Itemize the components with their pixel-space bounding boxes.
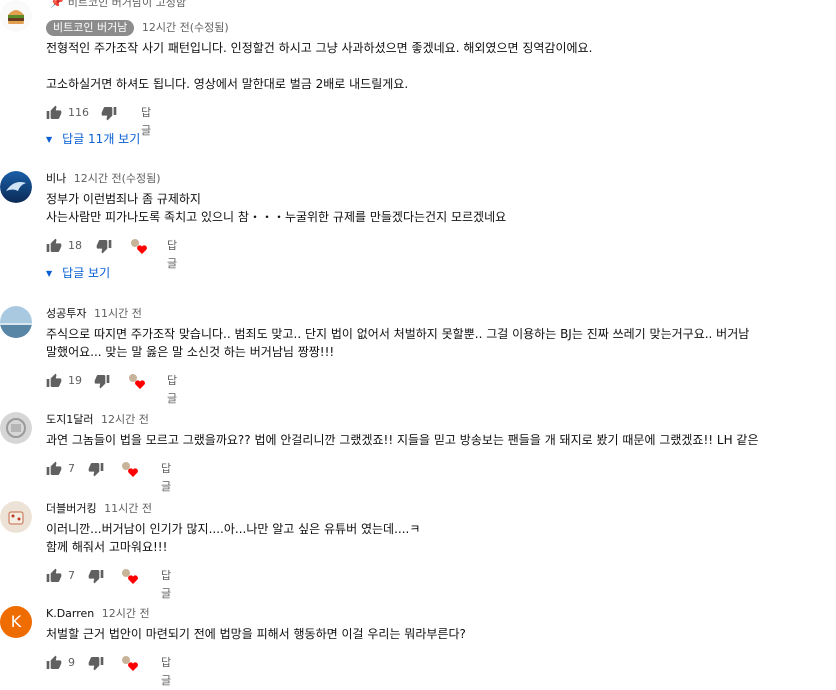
pin-icon: 📌	[50, 0, 64, 9]
pinned-by-label: 📌 비트코인 버거남이 고정함	[50, 0, 186, 10]
reply-button[interactable]: 답글	[167, 237, 177, 273]
thumbs-down-icon	[88, 657, 104, 671]
avatar[interactable]	[0, 306, 32, 338]
like-count: 9	[68, 656, 75, 669]
author-name[interactable]: 비나	[46, 172, 66, 185]
comment-text: 처벌할 근거 법안이 마련되기 전에 법망을 피해서 행동하면 이걸 우리는 뭐…	[46, 627, 466, 641]
dislike-button[interactable]	[88, 460, 104, 477]
thumbs-up-icon	[46, 105, 62, 119]
creator-heart-icon	[122, 656, 138, 671]
seascape-avatar-icon	[0, 306, 32, 338]
thumbs-up-icon	[46, 655, 62, 669]
view-replies-toggle[interactable]: ▼ 답글 보기	[46, 264, 110, 283]
avatar[interactable]	[0, 0, 32, 32]
burger-avatar-icon	[0, 0, 32, 32]
thumbs-down-icon	[88, 463, 104, 477]
like-button[interactable]	[46, 372, 62, 389]
thumbs-up-icon	[46, 461, 62, 475]
dislike-button[interactable]	[88, 567, 104, 584]
creator-heart-badge	[130, 237, 148, 255]
like-count: 7	[68, 569, 75, 582]
reply-button[interactable]: 답글	[167, 372, 177, 408]
thumbs-up-icon	[46, 568, 62, 582]
avatar[interactable]	[0, 171, 32, 203]
thumbs-up-icon	[46, 373, 62, 387]
creator-heart-icon	[122, 569, 138, 584]
dislike-button[interactable]	[88, 654, 104, 671]
author-name[interactable]: 성공투자	[46, 307, 86, 320]
like-button[interactable]	[46, 460, 62, 477]
reply-button[interactable]: 답글	[161, 567, 171, 603]
author-name[interactable]: 비트코인 버거남	[46, 20, 135, 36]
timestamp[interactable]: 12시간 전(수정됨)	[142, 21, 229, 34]
creator-heart-badge	[128, 372, 146, 390]
author-name[interactable]: 도지1달러	[46, 413, 93, 426]
creator-heart-icon	[122, 462, 138, 477]
creator-heart-badge	[121, 460, 139, 478]
comment-text: 전형적인 주가조작 사기 패턴입니다. 인정할건 하시고 그냥 사과하셨으면 좋…	[46, 41, 593, 91]
thumbs-down-icon	[101, 107, 117, 121]
dislike-button[interactable]	[96, 237, 112, 254]
thumbs-up-icon	[46, 238, 62, 252]
like-button[interactable]	[46, 654, 62, 671]
creator-heart-icon	[131, 239, 147, 254]
timestamp[interactable]: 12시간 전(수정됨)	[74, 172, 161, 185]
thumbs-down-icon	[94, 375, 110, 389]
like-count: 18	[68, 239, 82, 252]
creator-heart-icon	[129, 374, 145, 389]
comment-text: 이러니깐...버거남이 인기가 많지....아...나만 알고 싶은 유튜버 였…	[46, 522, 421, 554]
reply-button[interactable]: 답글	[141, 104, 151, 140]
like-count: 19	[68, 374, 82, 387]
like-count: 116	[68, 106, 89, 119]
timestamp[interactable]: 11시간 전	[94, 307, 142, 320]
thumbs-down-icon	[88, 570, 104, 584]
creator-heart-badge	[121, 567, 139, 585]
caret-down-icon: ▼	[46, 135, 53, 144]
author-name[interactable]: 더블버거킹	[46, 502, 97, 515]
coin-avatar-icon	[0, 412, 32, 444]
like-button[interactable]	[46, 104, 62, 121]
thumbs-down-icon	[96, 240, 112, 254]
avatar-letter: K	[10, 612, 22, 631]
dislike-button[interactable]	[94, 372, 110, 389]
timestamp[interactable]: 12시간 전	[102, 607, 150, 620]
caret-down-icon: ▼	[46, 269, 53, 278]
avatar[interactable]	[0, 501, 32, 533]
dolphin-avatar-icon	[0, 171, 32, 203]
comment-text: 과연 그놈들이 법을 모르고 그랬을까요?? 법에 안걸리니깐 그랬겠죠!! 지…	[46, 433, 759, 447]
like-count: 7	[68, 462, 75, 475]
avatar[interactable]	[0, 412, 32, 444]
avatar[interactable]: K	[0, 606, 32, 638]
like-button[interactable]	[46, 237, 62, 254]
like-button[interactable]	[46, 567, 62, 584]
timestamp[interactable]: 11시간 전	[104, 502, 152, 515]
comment-text: 정부가 이런범죄나 좀 규제하지 사는사람만 피가나도록 족치고 있으니 참・・…	[46, 192, 507, 224]
author-name[interactable]: K.Darren	[46, 607, 94, 620]
dislike-button[interactable]	[101, 104, 117, 121]
view-replies-toggle[interactable]: ▼ 답글 11개 보기	[46, 130, 140, 149]
creator-heart-badge	[121, 654, 139, 672]
timestamp[interactable]: 12시간 전	[101, 413, 149, 426]
reply-button[interactable]: 답글	[161, 460, 171, 496]
comment-text: 주식으로 따지면 주가조작 맞습니다.. 범죄도 맞고.. 단지 법이 없어서 …	[46, 327, 750, 359]
burger-king-avatar-icon	[0, 501, 32, 533]
reply-button[interactable]: 답글	[161, 654, 171, 690]
